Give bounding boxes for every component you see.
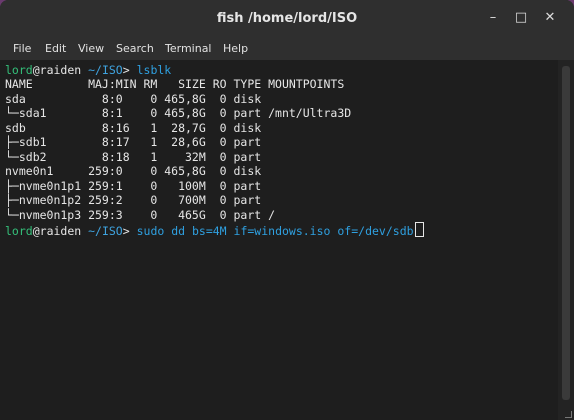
menu-help[interactable]: Help <box>223 42 248 55</box>
output-line: └─sdb2 8:18 1 32M 0 part <box>5 149 262 164</box>
close-button[interactable]: ✕ <box>541 9 559 27</box>
scrollbar-thumb[interactable] <box>562 66 570 400</box>
terminal-window: fish /home/lord/ISO – □ ✕ File Edit View… <box>0 0 574 420</box>
prompt-user: lord <box>5 63 33 77</box>
output-line: nvme0n1 259:0 0 465,8G 0 disk <box>5 164 262 178</box>
minimize-button[interactable]: – <box>484 9 502 27</box>
prompt-user: lord <box>5 224 33 238</box>
output-line: ├─nvme0n1p2 259:2 0 700M 0 part <box>5 193 262 207</box>
menu-bar: File Edit View Search Terminal Help <box>0 36 574 60</box>
menu-edit[interactable]: Edit <box>45 42 66 55</box>
menu-view[interactable]: View <box>78 42 104 55</box>
prompt-at: @ <box>32 63 40 77</box>
command-text: sudo dd bs=4M if=windows.iso of=/dev/sdb <box>136 224 414 238</box>
output-line: NAME MAJ:MIN RM SIZE RO TYPE MOUNTPOINTS <box>5 77 345 91</box>
command-text: lsblk <box>136 63 172 77</box>
prompt-symbol: > <box>122 63 137 77</box>
output-line: ├─sdb1 8:17 1 28,6G 0 part <box>5 135 262 149</box>
terminal-area[interactable]: lord@raiden ~/ISO> lsblk NAME MAJ:MIN RM… <box>0 60 558 420</box>
output-line: ├─nvme0n1p1 259:1 0 100M 0 part <box>5 178 262 193</box>
prompt-path: ~/ISO <box>81 63 123 77</box>
prompt-line-1: lord@raiden ~/ISO> lsblk <box>5 63 171 77</box>
prompt-at: @ <box>32 224 40 238</box>
title-bar[interactable]: fish /home/lord/ISO – □ ✕ <box>0 0 574 36</box>
output-line: sdb 8:16 1 28,7G 0 disk <box>5 120 262 135</box>
output-line: sda 8:0 0 465,8G 0 disk <box>5 91 262 106</box>
prompt-symbol: > <box>122 224 137 238</box>
prompt-host: raiden <box>39 224 82 238</box>
scrollbar-track[interactable] <box>558 60 574 420</box>
maximize-button[interactable]: □ <box>512 9 530 27</box>
menu-search[interactable]: Search <box>116 42 154 55</box>
output-line: └─sda1 8:1 0 465,8G 0 part /mnt/Ultra3D <box>5 106 352 120</box>
output-line: └─nvme0n1p3 259:3 0 465G 0 part / <box>5 207 276 222</box>
prompt-path: ~/ISO <box>81 224 123 238</box>
menu-terminal[interactable]: Terminal <box>165 42 212 55</box>
text-cursor <box>414 222 424 237</box>
menu-file[interactable]: File <box>13 42 31 55</box>
prompt-host: raiden <box>39 63 82 77</box>
prompt-line-2: lord@raiden ~/ISO> sudo dd bs=4M if=wind… <box>5 222 424 238</box>
resize-grip[interactable] <box>565 411 572 418</box>
